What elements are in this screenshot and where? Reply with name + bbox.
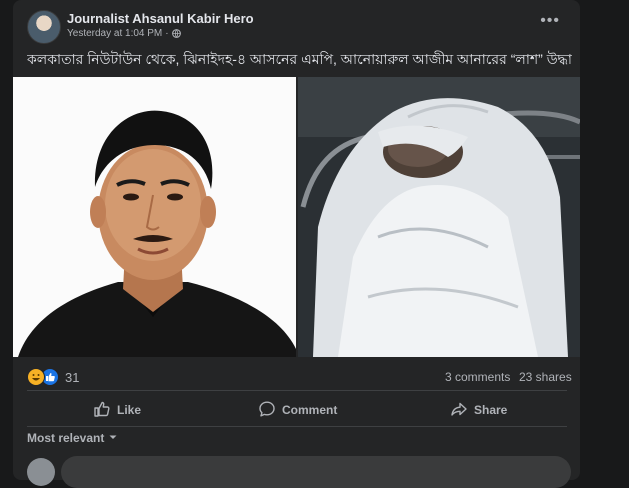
comment-bubble[interactable]	[61, 456, 571, 488]
post-photo-covered-body[interactable]	[298, 77, 580, 357]
author-name[interactable]: Journalist Ahsanul Kabir Hero	[67, 11, 254, 26]
comments-count-link[interactable]: 3 comments	[445, 370, 510, 384]
chevron-down-icon	[108, 431, 118, 445]
comment-button[interactable]: Comment	[258, 395, 337, 425]
post-time[interactable]: Yesterday at 1:04 PM	[67, 28, 162, 39]
post-stats: 31 3 comments 23 shares	[13, 360, 580, 390]
comment-sort-label: Most relevant	[27, 431, 105, 445]
post-caption: কলকাতার নিউটাউন থেকে, ঝিনাইদহ-৪ আসনের এম…	[27, 51, 572, 67]
post-meta: Yesterday at 1:04 PM ·	[67, 28, 181, 39]
globe-icon	[171, 29, 181, 38]
stats-divider	[27, 390, 567, 391]
haha-reaction-icon	[27, 368, 45, 386]
thumbs-up-icon	[93, 400, 111, 421]
post-actions: Like Comment Share	[13, 393, 580, 427]
like-label: Like	[117, 403, 142, 417]
post-card: Journalist Ahsanul Kabir Hero Yesterday …	[13, 0, 580, 488]
comment-preview	[27, 456, 572, 488]
comment-label: Comment	[282, 403, 338, 417]
post-header: Journalist Ahsanul Kabir Hero Yesterday …	[13, 0, 580, 44]
comment-sort-dropdown[interactable]: Most relevant	[27, 431, 118, 445]
post-photo-portrait[interactable]	[13, 77, 296, 357]
shares-count-link[interactable]: 23 shares	[519, 370, 572, 384]
share-label: Share	[474, 403, 508, 417]
share-button[interactable]: Share	[450, 395, 507, 425]
reaction-count: 31	[65, 369, 80, 385]
share-arrow-icon	[450, 400, 468, 421]
commenter-avatar[interactable]	[27, 458, 55, 486]
more-options-icon[interactable]: •••	[540, 12, 560, 30]
meta-separator: ·	[165, 28, 169, 39]
like-button[interactable]: Like	[93, 395, 141, 425]
author-avatar[interactable]	[27, 10, 61, 44]
reactions-summary[interactable]: 31	[27, 368, 79, 386]
speech-bubble-icon	[258, 400, 276, 421]
actions-divider	[27, 426, 567, 427]
